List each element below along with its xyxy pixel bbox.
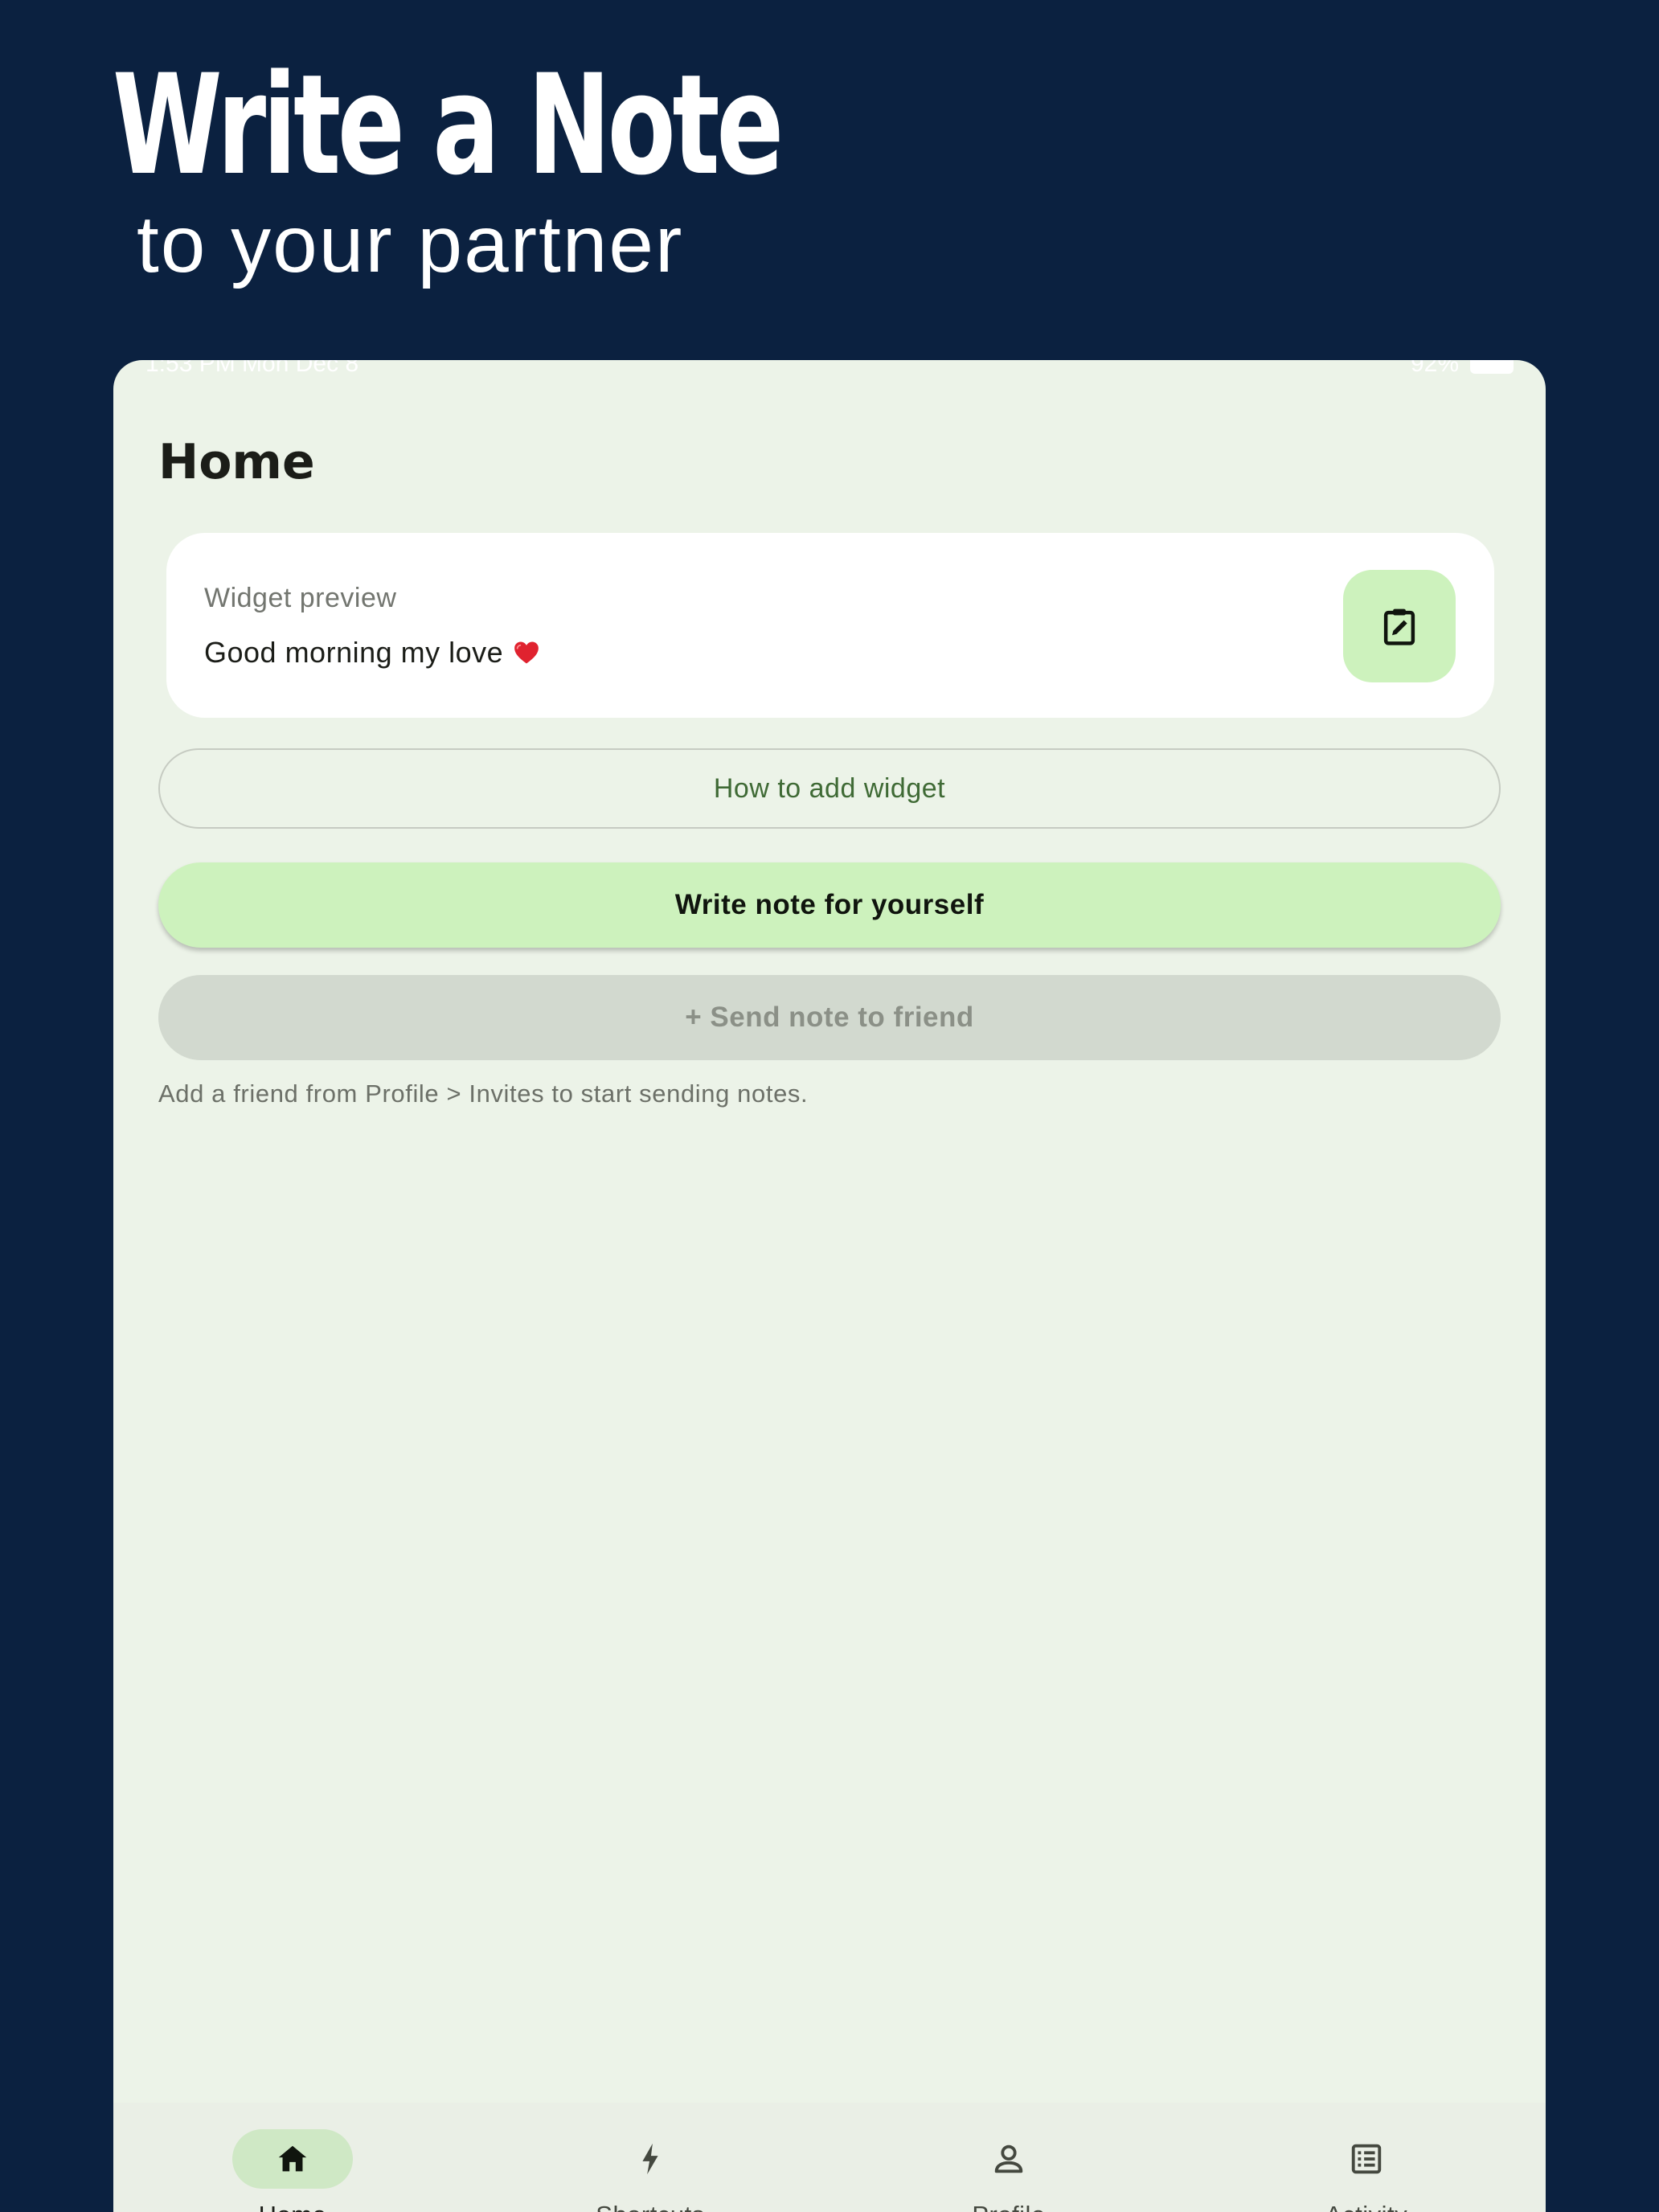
how-to-add-widget-button[interactable]: How to add widget xyxy=(158,748,1501,829)
clipboard-edit-icon xyxy=(1383,608,1415,645)
nav-label-activity: Activity xyxy=(1246,2201,1487,2212)
nav-label-profile: Profile xyxy=(888,2201,1129,2212)
nav-icon-wrap xyxy=(1306,2129,1427,2189)
nav-active-indicator xyxy=(232,2129,353,2189)
promo-subheadline: to your partner xyxy=(137,199,684,289)
bolt-icon xyxy=(642,2143,658,2175)
heart-icon xyxy=(514,641,539,664)
page-title: Home xyxy=(158,434,315,490)
home-icon xyxy=(278,2145,307,2172)
status-right: 92% xyxy=(1411,360,1514,378)
nav-label-shortcuts: Shortcuts xyxy=(530,2201,771,2212)
send-note-button[interactable]: + Send note to friend xyxy=(158,975,1501,1060)
widget-preview-note: Good morning my love xyxy=(204,636,540,670)
nav-icon-wrap xyxy=(590,2129,711,2189)
nav-item-profile[interactable]: Profile xyxy=(888,2103,1129,2212)
write-note-button[interactable]: Write note for yourself xyxy=(158,862,1501,948)
promo-headline: Write a Note xyxy=(113,44,784,206)
battery-percent: 92% xyxy=(1410,360,1459,377)
status-bar: 1:53 PM Mon Dec 8 92% xyxy=(113,360,1546,378)
widget-preview-label: Widget preview xyxy=(204,583,397,613)
app-screen: 1:53 PM Mon Dec 8 92% Home Widget previe… xyxy=(113,360,1546,2212)
bottom-nav: Home Shortcuts Profile xyxy=(113,2103,1546,2212)
widget-note-text: Good morning my love xyxy=(204,636,504,669)
hint-text: Add a friend from Profile > Invites to s… xyxy=(158,1079,809,1108)
nav-item-home[interactable]: Home xyxy=(172,2103,413,2212)
list-icon xyxy=(1351,2144,1382,2174)
battery-icon xyxy=(1470,360,1514,374)
nav-item-shortcuts[interactable]: Shortcuts xyxy=(530,2103,771,2212)
nav-item-activity[interactable]: Activity xyxy=(1246,2103,1487,2212)
person-icon xyxy=(994,2144,1023,2173)
edit-note-button[interactable] xyxy=(1343,570,1456,682)
nav-icon-wrap xyxy=(948,2129,1069,2189)
widget-preview-card: Widget preview Good morning my love xyxy=(166,533,1494,718)
status-time: 1:53 PM Mon Dec 8 xyxy=(145,360,359,377)
nav-label-home: Home xyxy=(172,2201,413,2212)
